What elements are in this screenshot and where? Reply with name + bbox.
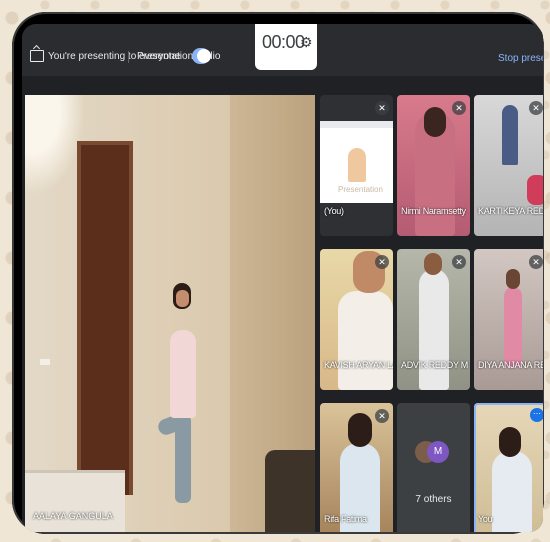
self-tile[interactable]: ⋯ You [474,403,543,532]
participant-name: (You) [324,206,344,216]
video-light [25,95,85,195]
video-object [265,450,315,532]
participant-tile[interactable]: ✕ ADVIK REDDY M [397,249,470,390]
divider [128,51,129,63]
main-speaker-video[interactable]: AALAYA GANGULA [25,95,315,532]
timer: 00:00 [262,32,305,52]
participant-name: KARTIKEYA REDDY G... [478,206,543,216]
participant-video [419,269,449,390]
participant-video [338,291,393,390]
presentation-image [348,148,366,182]
mic-off-icon: ✕ [452,101,466,115]
timer-widget: 00:00 ⚙ [255,24,317,70]
more-options-icon[interactable]: ⋯ [530,408,543,422]
presentation-thumbnail: Presentation [320,121,393,203]
present-to-all-icon [30,50,44,62]
participant-face [506,269,520,289]
video-person-leg [175,415,191,503]
meeting-screen: You're presenting to everyone Presentati… [22,24,543,532]
presentation-title: Presentation [338,185,383,194]
participant-tile[interactable]: ✕ Nirmi Naramsetty [397,95,470,236]
presenting-bar: You're presenting to everyone Presentati… [22,24,543,76]
mic-off-icon: ✕ [375,101,389,115]
video-bed [25,470,125,532]
participant-tile[interactable]: ✕ KAVISH ARYAN LANKA [320,249,393,390]
participant-video [502,105,518,165]
participant-name: ADVIK REDDY M [401,360,468,370]
toggle-knob [197,49,211,63]
participant-name: Nirmi Naramsetty [401,206,466,216]
participant-hair [348,413,372,447]
stop-presenting-button[interactable]: Stop presenti [498,53,543,64]
participant-face [424,253,442,275]
mic-off-icon: ✕ [529,255,543,269]
participant-name: Rifa Fatima [324,514,367,524]
participant-name: AALAYA GANGULA [33,511,113,521]
video-person-face [176,290,189,307]
others-count: 7 others [415,494,452,505]
mic-off-icon: ✕ [529,101,543,115]
video-person-body [170,330,196,418]
avatar: M [427,441,449,463]
mic-off-icon: ✕ [452,255,466,269]
presentation-toolbar [320,121,393,128]
participant-tile[interactable]: ✕ DIYA ANJANA REDDY... [474,249,543,390]
video-door [81,145,129,495]
participant-name: DIYA ANJANA REDDY... [478,360,543,370]
mic-off-icon: ✕ [375,409,389,423]
participant-tile-presentation[interactable]: Presentation ✕ (You) [320,95,393,236]
participant-video [492,451,532,532]
participant-video [504,287,522,367]
presentation-audio-toggle[interactable] [192,48,211,64]
participant-name: You [478,514,493,524]
video-switch [40,359,50,365]
participant-tile[interactable]: ✕ KARTIKEYA REDDY G... [474,95,543,236]
others-tile[interactable]: M 7 others [397,403,470,532]
participant-hair [424,107,446,137]
participant-hair [499,427,521,457]
participant-name: KAVISH ARYAN LANKA [324,360,393,370]
gear-icon[interactable]: ⚙ [300,34,313,51]
participant-object [527,175,543,205]
mic-off-icon: ✕ [375,255,389,269]
participant-tile[interactable]: ✕ Rifa Fatima [320,403,393,532]
